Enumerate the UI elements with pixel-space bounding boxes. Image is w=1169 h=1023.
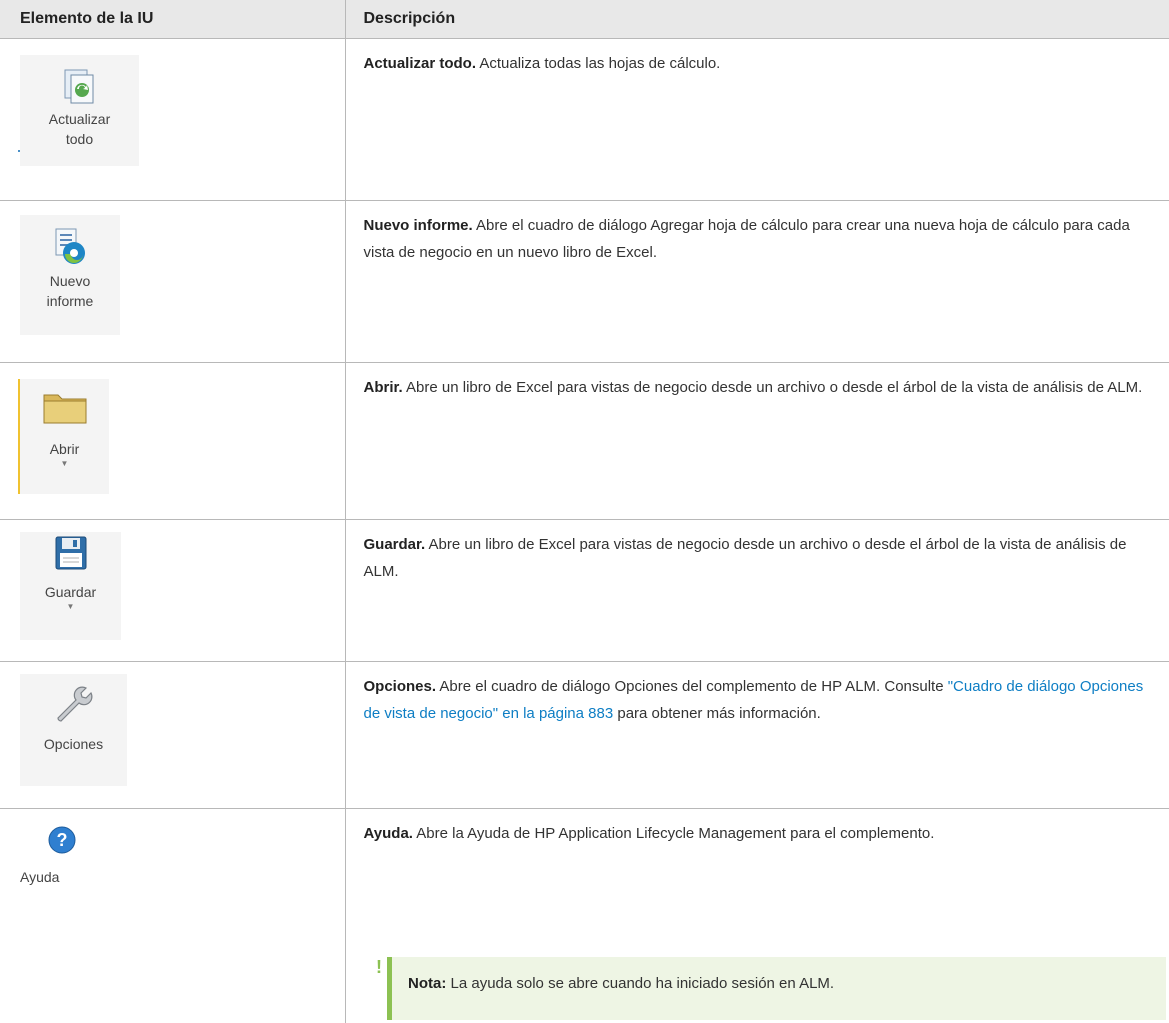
table-row: Opciones Opciones. Abre el cuadro de diá… xyxy=(0,661,1169,809)
description-cell: Actualizar todo. Actualiza todas las hoj… xyxy=(344,38,1169,201)
note-text: La ayuda solo se abre cuando ha iniciado… xyxy=(446,975,835,992)
save-label: Guardar xyxy=(44,584,97,600)
update-all-label-2: todo xyxy=(65,131,94,147)
description-cell: Guardar. Abre un libro de Excel para vis… xyxy=(344,519,1169,662)
help-icon: ? xyxy=(48,826,76,854)
options-label: Opciones xyxy=(43,736,104,752)
table-row: Actualizar todo Actualizar todo. Actuali… xyxy=(0,38,1169,201)
item-title: Ayuda. xyxy=(363,825,413,842)
table-header-row: Elemento de la IU Descripción xyxy=(0,0,1169,39)
item-title: Guardar. xyxy=(363,536,426,553)
item-description-end: para obtener más información. xyxy=(613,705,821,722)
ui-elements-table: Elemento de la IU Descripción Actualizar… xyxy=(0,0,1169,944)
table-row: Guardar ▼ Guardar. Abre un libro de Exce… xyxy=(0,519,1169,662)
new-report-button[interactable]: Nuevo informe xyxy=(20,215,120,335)
dropdown-arrow-icon[interactable]: ▼ xyxy=(20,459,109,469)
header-description: Descripción xyxy=(344,0,1169,39)
item-description: Abre un libro de Excel para vistas de ne… xyxy=(363,536,1127,580)
table-row: ? Ayuda Ayuda. Abre la Ayuda de HP Appli… xyxy=(0,808,1169,944)
description-cell: Abrir. Abre un libro de Excel para vista… xyxy=(344,362,1169,520)
note-exclamation-icon: ! xyxy=(376,957,382,977)
table-row: Abrir ▼ Abrir. Abre un libro de Excel pa… xyxy=(0,362,1169,520)
table-row: Nuevo informe Nuevo informe. Abre el cua… xyxy=(0,200,1169,363)
wrench-icon xyxy=(56,686,92,722)
update-all-button[interactable]: Actualizar todo xyxy=(20,55,139,166)
open-label: Abrir xyxy=(49,441,80,457)
item-title: Nuevo informe. xyxy=(363,217,473,234)
small-marker xyxy=(18,150,20,152)
note-container: ! Nota: La ayuda solo se abre cuando ha … xyxy=(0,957,1169,1020)
description-cell: Ayuda. Abre la Ayuda de HP Application L… xyxy=(344,808,1169,944)
refresh-document-icon xyxy=(64,69,93,104)
note-box: Nota: La ayuda solo se abre cuando ha in… xyxy=(387,957,1166,1020)
open-button[interactable]: Abrir ▼ xyxy=(20,379,109,494)
item-title: Actualizar todo. xyxy=(363,55,477,72)
save-button[interactable]: Guardar ▼ xyxy=(20,532,121,640)
header-ui-element: Elemento de la IU xyxy=(0,0,345,39)
options-button[interactable]: Opciones xyxy=(20,674,127,786)
help-label: Ayuda xyxy=(20,869,60,885)
new-report-label-2: informe xyxy=(46,293,94,309)
svg-text:?: ? xyxy=(57,830,68,850)
item-title: Opciones. xyxy=(363,678,437,695)
description-cell: Opciones. Abre el cuadro de diálogo Opci… xyxy=(344,661,1169,809)
folder-icon xyxy=(43,394,86,424)
note-title: Nota: xyxy=(408,975,447,992)
item-description: Abre el cuadro de diálogo Opciones del c… xyxy=(436,678,948,695)
item-description: Abre la Ayuda de HP Application Lifecycl… xyxy=(412,825,935,842)
description-cell: Nuevo informe. Abre el cuadro de diálogo… xyxy=(344,200,1169,363)
column-divider xyxy=(345,900,346,1023)
item-description: Abre el cuadro de diálogo Agregar hoja d… xyxy=(363,217,1130,261)
floppy-disk-icon xyxy=(55,536,86,570)
help-button[interactable]: ? Ayuda xyxy=(20,817,104,897)
new-report-label-1: Nuevo xyxy=(49,273,91,289)
update-all-label-1: Actualizar xyxy=(48,111,111,127)
item-title: Abrir. xyxy=(363,379,403,396)
new-report-icon xyxy=(55,228,85,264)
item-description: Abre un libro de Excel para vistas de ne… xyxy=(402,379,1143,396)
item-description: Actualiza todas las hojas de cálculo. xyxy=(476,55,721,72)
dropdown-arrow-icon[interactable]: ▼ xyxy=(20,602,121,612)
